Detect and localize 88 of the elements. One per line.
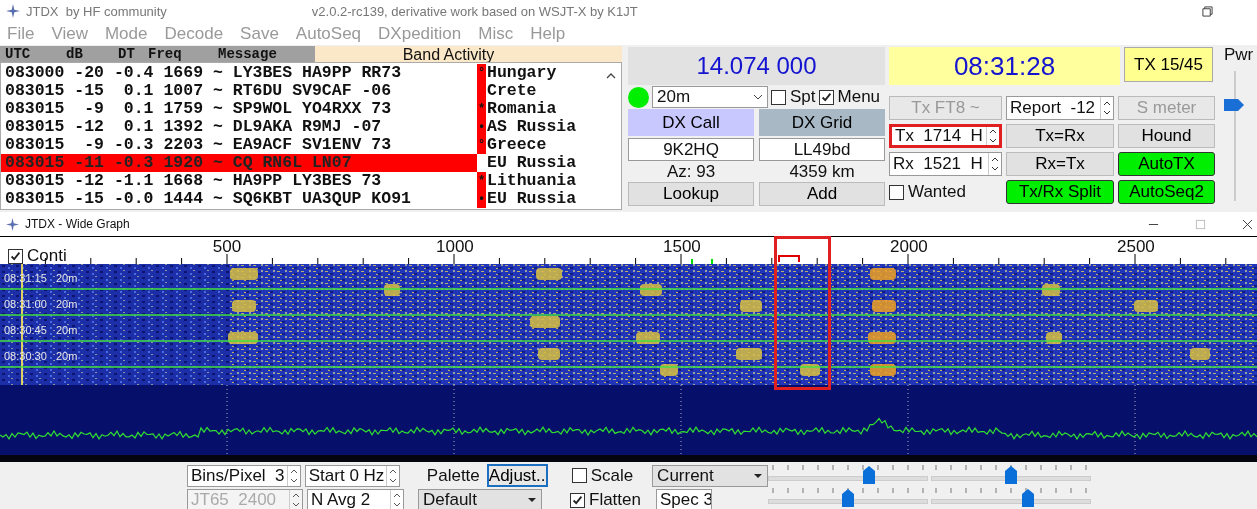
version-text: v2.0.2-rc139, derivative work based on WSJT-X by K1JT [311, 3, 638, 19]
slider-thumb[interactable] [1005, 466, 1017, 484]
slider-thumb[interactable] [1022, 488, 1035, 507]
dx-grid-field[interactable]: LL49bd [759, 138, 885, 161]
decode-message[interactable]: 083015 -12 -1.1 1668 ~ HA9PP LY3BES 73 [1, 172, 477, 190]
spin-box[interactable]: Start 0 Hz [304, 464, 400, 487]
country-name: EU Russia [487, 190, 577, 208]
palette-label: Palette [425, 465, 481, 486]
status-strip: * [477, 100, 486, 118]
decode-message[interactable]: 083015 -15 -0.0 1444 ~ SQ6KBT UA3QUP KO91 [1, 190, 477, 208]
decode-message[interactable]: 083015 -12 0.1 1392 ~ DL9AKA R9MJ -07 [1, 118, 477, 136]
scale-label: 2000 [890, 237, 926, 257]
spt-checkbox[interactable]: Spt [771, 87, 816, 107]
caret-icon [753, 94, 763, 100]
conti-checkbox[interactable]: Conti [8, 246, 67, 266]
wanted-checkbox[interactable]: Wanted [889, 180, 1002, 204]
column-header: Freq [147, 46, 182, 62]
distance-text: 4359 km [788, 161, 856, 182]
control-button[interactable]: Hound [1118, 124, 1215, 148]
status-strip: • [477, 118, 486, 136]
country-name: Romania [487, 100, 557, 118]
decode-message[interactable]: 083000 -20 -0.4 1669 ~ LY3BES HA9PP RR73 [1, 64, 477, 82]
control-button[interactable]: Tx/Rx Split [1006, 180, 1114, 204]
window-title: JTDX - Wide Graph [25, 217, 131, 231]
restore-icon[interactable] [1202, 5, 1213, 17]
spin-box[interactable]: Tx 1714 H [889, 124, 1002, 148]
power-slider-thumb[interactable] [1224, 98, 1244, 111]
decode-message[interactable]: 083015 -15 0.1 1007 ~ RT6DU SV9CAF -06 [1, 82, 477, 100]
country-name: Crete [487, 82, 537, 100]
band-dropdown[interactable]: 20m [652, 86, 768, 108]
azimuth-text: Az: 93 [665, 161, 717, 182]
control-button[interactable]: AutoSeq2 [1118, 180, 1215, 204]
country-name: EU Russia [487, 154, 577, 172]
checkmark-icon [571, 493, 584, 507]
scale-label: 1000 [436, 237, 472, 257]
app-logo-icon [6, 217, 19, 231]
panel-title: Band Activity [315, 46, 622, 62]
scale-label: 1500 [663, 237, 699, 257]
dropdown[interactable]: Current [652, 464, 768, 487]
close-icon[interactable] [1242, 218, 1253, 230]
control-button[interactable]: Rx=Tx [1006, 152, 1114, 176]
spin-box[interactable]: N Avg 2 [307, 489, 404, 509]
scale-label: 2500 [1117, 237, 1153, 257]
scroll-up-icon[interactable] [606, 73, 616, 79]
caret-icon [753, 472, 763, 479]
status-strip: • [477, 190, 486, 208]
add-button[interactable]: Add [759, 182, 885, 206]
status-strip: ° [477, 136, 486, 154]
country-name: AS Russia [487, 118, 577, 136]
dx-grid-button[interactable]: DX Grid [759, 109, 885, 136]
clock-display: 08:31:28 [889, 47, 1120, 85]
decode-message[interactable]: 083015 -9 0.1 1759 ~ SP9WOL YO4RXX 73 [1, 100, 477, 118]
dx-call-field[interactable]: 9K2HQ [628, 138, 754, 161]
country-name: Greece [487, 136, 547, 154]
power-label: Pwr [1224, 45, 1254, 65]
spin-box[interactable]: Bins/Pixel 3 [187, 464, 301, 487]
app-logo-icon [6, 4, 20, 18]
column-header: Message [217, 46, 277, 62]
tx-period-button[interactable]: TX 15/45 [1124, 47, 1213, 82]
checkmark-icon [9, 249, 22, 263]
decode-message[interactable]: 083015 -9 -0.3 2203 ~ EA9ACF SV1ENV 73 [1, 136, 477, 154]
control-button[interactable]: Tx=Rx [1006, 124, 1114, 148]
option-checkbox[interactable]: Flatten [570, 490, 652, 509]
column-header: DT [117, 46, 135, 62]
control-button[interactable]: AutoTX [1118, 152, 1215, 176]
menu-checkbox[interactable]: Menu [818, 87, 881, 107]
frequency-display: 14.074 000 [628, 47, 885, 85]
caret-icon [527, 497, 537, 503]
spin-box[interactable]: Rx 1521 H [889, 152, 1002, 176]
dx-call-button[interactable]: DX Call [628, 109, 754, 136]
country-name: Lithuania [487, 172, 577, 190]
lookup-button[interactable]: Lookup [628, 182, 754, 206]
decode-message[interactable]: 083015 -11 -0.3 1920 ~ CQ RN6L LN07 [1, 154, 477, 172]
option-checkbox[interactable]: Scale [571, 465, 649, 486]
adjust-button[interactable]: Adjust.. [486, 464, 548, 487]
status-strip: * [477, 172, 486, 190]
column-header: dB [65, 46, 83, 62]
country-name: Hungary [487, 64, 557, 82]
column-header: UTC [4, 46, 31, 62]
window-title: JTDX by HF community [26, 3, 167, 19]
status-strip: ° [477, 64, 486, 82]
spin-box[interactable]: Report -12 [1006, 96, 1114, 120]
checkmark-icon [819, 90, 833, 104]
scale-label: 500 [211, 237, 243, 257]
tx-marker [778, 255, 801, 262]
slider-thumb[interactable] [842, 488, 854, 507]
slider-thumb[interactable] [862, 466, 875, 484]
dropdown[interactable]: Default [418, 489, 542, 509]
